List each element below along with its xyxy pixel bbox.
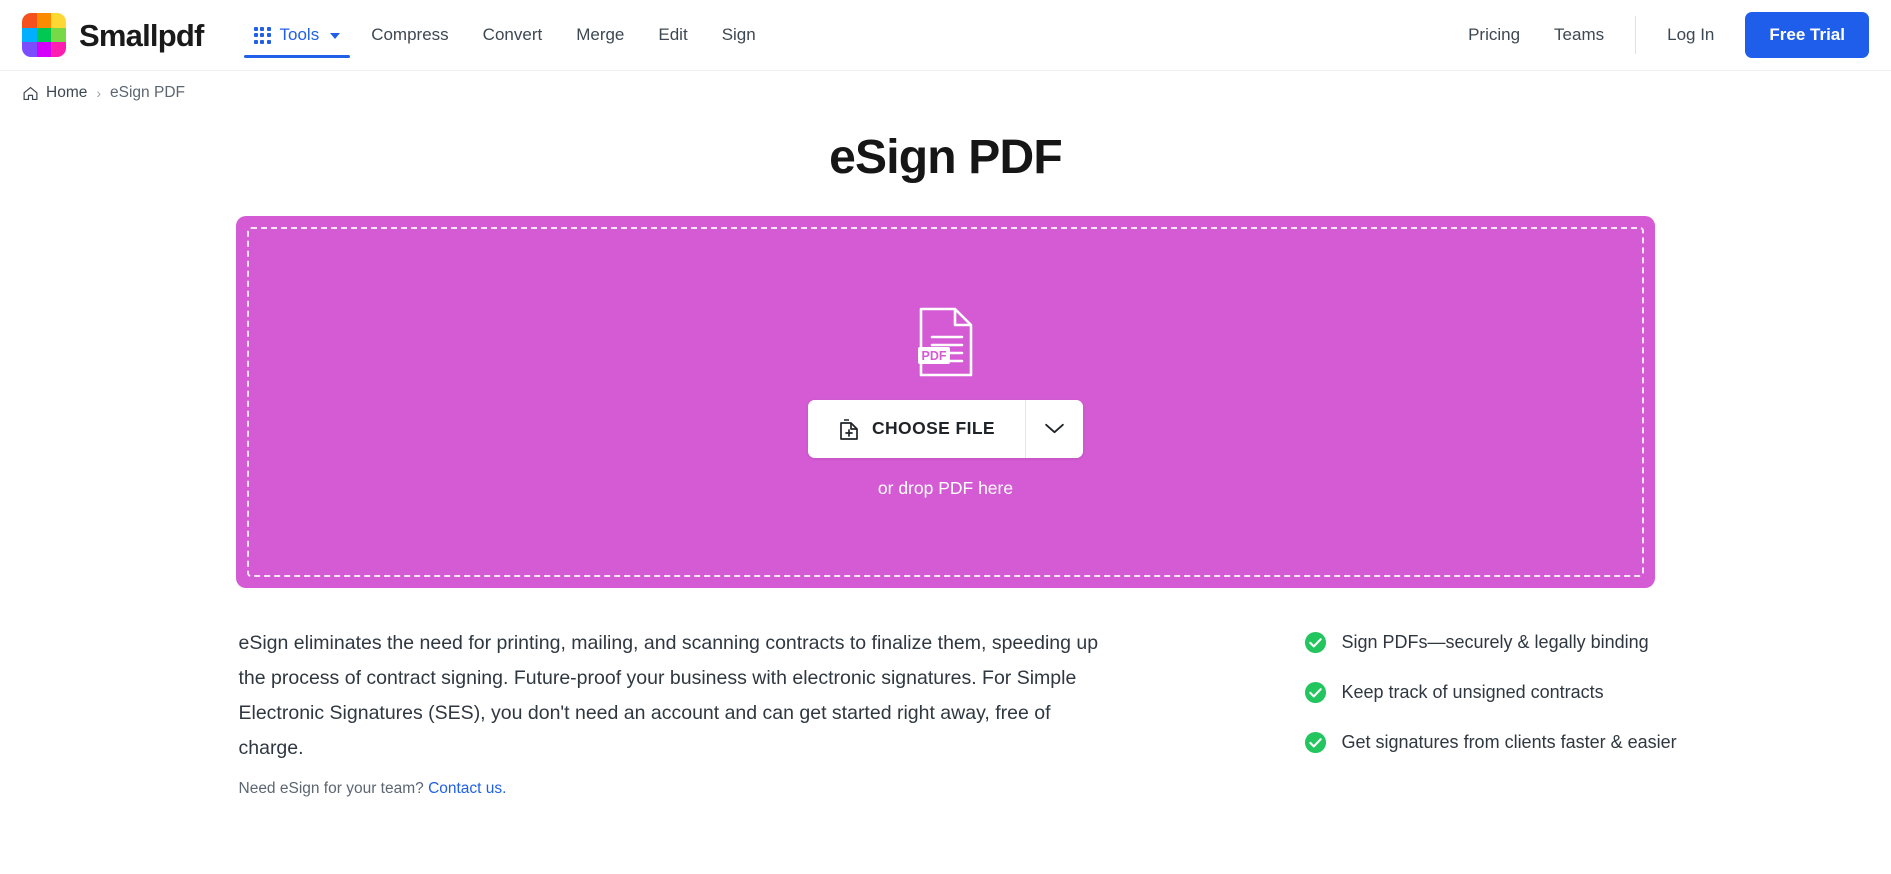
chevron-down-icon — [330, 33, 341, 39]
nav-item-merge-label: Merge — [576, 25, 625, 44]
file-dropzone[interactable]: PDF CHOOSE FILE or drop PDF here — [236, 216, 1655, 588]
check-circle-icon — [1304, 731, 1326, 754]
nav-item-edit[interactable]: Edit — [641, 0, 704, 71]
smallpdf-logo-link[interactable]: Smallpdf — [22, 13, 204, 57]
check-circle-icon — [1304, 631, 1326, 654]
logo-tile-7 — [22, 42, 37, 57]
nav-item-pricing-label: Pricing — [1468, 25, 1521, 44]
team-prompt-line: Need eSign for your team? Contact us. — [239, 780, 1119, 798]
nav-item-teams[interactable]: Teams — [1537, 0, 1621, 71]
esign-pdf-page: Smallpdf Tools Compress Convert Merge Ed… — [0, 0, 1891, 874]
pdf-document-icon: PDF — [917, 307, 972, 376]
dropzone-dashed-area: PDF CHOOSE FILE or drop PDF here — [247, 227, 1644, 577]
logo-tile-9 — [51, 42, 66, 57]
smallpdf-logo-icon — [22, 13, 66, 57]
page-title: eSign PDF — [829, 131, 1063, 184]
choose-file-label: CHOOSE FILE — [871, 418, 996, 438]
login-link[interactable]: Log In — [1650, 0, 1731, 71]
nav-item-compress[interactable]: Compress — [354, 0, 465, 71]
check-circle-icon — [1304, 681, 1326, 704]
logo-tile-3 — [51, 13, 66, 28]
nav-item-pricing[interactable]: Pricing — [1451, 0, 1537, 71]
logo-tile-1 — [22, 13, 37, 28]
brand-name: Smallpdf — [79, 17, 204, 53]
nav-item-sign-label: Sign — [721, 25, 756, 44]
free-trial-button[interactable]: Free Trial — [1745, 12, 1869, 58]
logo-tile-4 — [22, 27, 37, 43]
nav-item-sign[interactable]: Sign — [705, 0, 773, 71]
logo-tile-5 — [36, 27, 52, 43]
file-plus-icon — [840, 418, 858, 440]
contact-us-link[interactable]: Contact us. — [428, 780, 506, 797]
svg-text:PDF: PDF — [921, 349, 946, 363]
feature-item: Sign PDFs—securely & legally binding — [1304, 631, 1677, 654]
feature-label: Get signatures from clients faster & eas… — [1341, 732, 1677, 752]
bottom-section: eSign eliminates the need for printing, … — [231, 626, 1677, 798]
feature-label: Keep track of unsigned contracts — [1341, 682, 1604, 702]
nav-item-convert-label: Convert — [482, 25, 543, 44]
nav-item-compress-label: Compress — [371, 25, 449, 44]
choose-file-button[interactable]: CHOOSE FILE — [807, 399, 1026, 458]
nav-item-convert[interactable]: Convert — [466, 0, 560, 71]
feature-item: Keep track of unsigned contracts — [1304, 681, 1677, 704]
chevron-down-icon — [1045, 423, 1064, 434]
breadcrumb-separator: › — [96, 85, 102, 101]
home-icon — [23, 86, 38, 100]
secondary-nav: Pricing Teams Log In Free Trial — [1451, 0, 1891, 71]
nav-item-merge[interactable]: Merge — [559, 0, 641, 71]
features-column: Sign PDFs—securely & legally binding Kee… — [1304, 626, 1677, 798]
nav-item-tools-label: Tools — [279, 25, 320, 44]
choose-file-dropdown-button[interactable] — [1026, 399, 1084, 458]
nav-item-tools[interactable]: Tools — [240, 0, 355, 71]
login-label: Log In — [1667, 25, 1715, 44]
choose-file-group: CHOOSE FILE — [807, 399, 1084, 458]
breadcrumb-home[interactable]: Home — [46, 84, 87, 102]
site-header: Smallpdf Tools Compress Convert Merge Ed… — [0, 0, 1891, 71]
nav-divider — [1635, 16, 1637, 54]
logo-tile-2 — [36, 13, 52, 28]
nav-item-edit-label: Edit — [658, 25, 688, 44]
logo-tile-6 — [51, 27, 66, 43]
feature-item: Get signatures from clients faster & eas… — [1304, 731, 1677, 754]
feature-label: Sign PDFs—securely & legally binding — [1341, 632, 1649, 652]
nav-item-teams-label: Teams — [1554, 25, 1605, 44]
logo-tile-8 — [36, 42, 52, 57]
description-text: eSign eliminates the need for printing, … — [238, 632, 1099, 759]
breadcrumb: Home › eSign PDF — [0, 71, 1891, 102]
team-prompt-text: Need eSign for your team? — [238, 780, 424, 797]
breadcrumb-current: eSign PDF — [110, 84, 185, 101]
description-column: eSign eliminates the need for printing, … — [239, 626, 1119, 798]
primary-nav: Tools Compress Convert Merge Edit Sign — [240, 0, 773, 71]
drop-hint-text: or drop PDF here — [877, 477, 1014, 498]
grid-dots-icon — [253, 26, 271, 44]
